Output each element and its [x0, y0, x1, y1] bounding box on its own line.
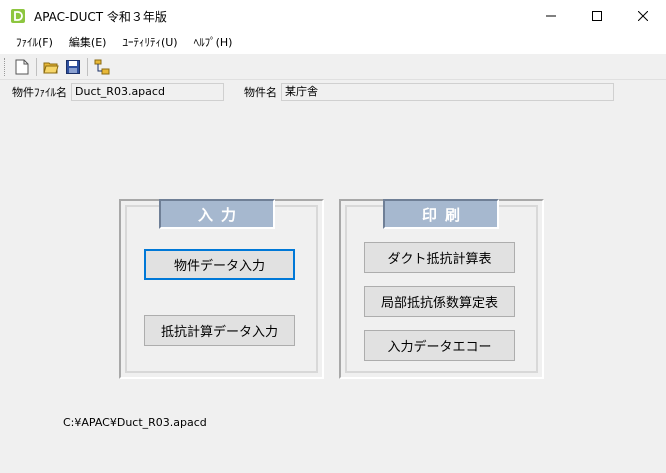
file-name-label: 物件ﾌｧｲﾙ名 — [12, 86, 67, 99]
current-file-path: C:¥APAC¥Duct_R03.apacd — [63, 416, 207, 429]
input-group: 入力 — [119, 199, 324, 379]
close-button[interactable] — [620, 0, 666, 32]
menu-file[interactable]: ﾌｧｲﾙ(F) — [8, 32, 61, 54]
open-file-button[interactable] — [40, 56, 62, 78]
minimize-button[interactable] — [528, 0, 574, 32]
tree-structure-icon — [94, 59, 110, 74]
resistance-calc-data-input-button[interactable]: 抵抗計算データ入力 — [144, 315, 295, 346]
save-button[interactable] — [62, 56, 84, 78]
menu-utility[interactable]: ﾕｰﾃｨﾘﾃｨ(U) — [114, 32, 185, 54]
tree-view-button[interactable] — [91, 56, 113, 78]
toolbar-grip[interactable] — [4, 57, 7, 76]
save-icon — [66, 59, 80, 74]
folder-open-icon — [43, 62, 59, 73]
input-group-title: 入力 — [159, 199, 275, 229]
input-group-frame — [125, 205, 318, 373]
menu-bar: ﾌｧｲﾙ(F) 編集(E) ﾕｰﾃｨﾘﾃｨ(U) ﾍﾙﾌﾟ(H) — [0, 32, 666, 54]
file-name-field: Duct_R03.apacd — [71, 83, 224, 101]
file-info-row: 物件ﾌｧｲﾙ名 Duct_R03.apacd — [12, 82, 224, 102]
minimize-icon — [546, 15, 556, 17]
title-bar: APAC-DUCT 令和３年版 — [0, 0, 666, 32]
close-icon — [638, 11, 648, 21]
new-file-icon — [15, 59, 29, 74]
menu-edit[interactable]: 編集(E) — [61, 32, 115, 54]
project-info-row: 物件名 某庁舎 — [244, 82, 614, 102]
property-data-input-button[interactable]: 物件データ入力 — [144, 249, 295, 280]
toolbar — [0, 54, 666, 80]
project-name-field: 某庁舎 — [281, 83, 614, 101]
maximize-icon — [592, 11, 602, 21]
toolbar-separator — [36, 57, 37, 76]
duct-resistance-table-button[interactable]: ダクト抵抗計算表 — [364, 242, 515, 273]
input-data-echo-button[interactable]: 入力データエコー — [364, 330, 515, 361]
project-name-label: 物件名 — [244, 86, 277, 99]
window-title: APAC-DUCT 令和３年版 — [34, 9, 167, 24]
app-icon — [11, 9, 25, 23]
local-resistance-coefficient-table-button[interactable]: 局部抵抗係数算定表 — [364, 286, 515, 317]
toolbar-separator — [87, 57, 88, 76]
print-group-title: 印刷 — [383, 199, 499, 229]
new-file-button[interactable] — [11, 56, 33, 78]
maximize-button[interactable] — [574, 0, 620, 32]
menu-help[interactable]: ﾍﾙﾌﾟ(H) — [186, 32, 241, 54]
